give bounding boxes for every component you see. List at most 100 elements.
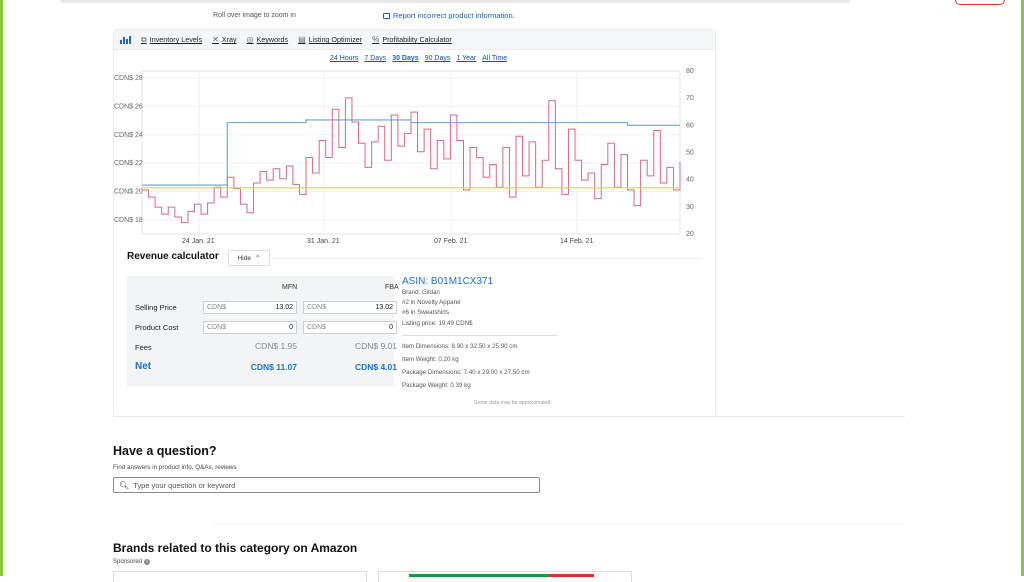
document-icon: ▤ <box>298 35 306 44</box>
revenue-calculator-title: Revenue calculator <box>127 251 219 262</box>
fees-mfn: CDN$ 1.95 <box>254 341 297 351</box>
keepa-panel: ⧉ Inventory Levels ✕ Xray ◎ Keywords ▤ L… <box>113 29 716 417</box>
product-cost-mfn-value: 0 <box>289 324 293 331</box>
info-icon[interactable]: i <box>144 559 151 565</box>
net-label: Net <box>135 361 152 372</box>
window-frame-left <box>0 0 3 576</box>
product-cost-fba-input[interactable]: CDN$ 0 <box>303 321 397 334</box>
percent-icon: % <box>372 35 380 44</box>
item-weight: Item Weight: 0.20 kg <box>402 356 459 363</box>
range-all-time[interactable]: All Time <box>482 55 507 62</box>
tool-keywords[interactable]: ◎ Keywords <box>247 35 289 44</box>
y-tick-label-right: 30 <box>686 204 694 211</box>
section-divider <box>215 523 905 528</box>
top-search-bar-edge[interactable] <box>60 0 850 3</box>
net-fba: CDN$ 4.01 <box>354 362 397 372</box>
range-1-year[interactable]: 1 Year <box>456 55 476 62</box>
range-90-days[interactable]: 90 Days <box>425 55 451 62</box>
x-tick-label: 31 Jan. 21 <box>307 238 340 245</box>
report-link-label: Report incorrect product information. <box>393 11 515 20</box>
product-cost-mfn-input[interactable]: CDN$ 0 <box>203 321 297 334</box>
currency-prefix: CDN$ <box>307 324 327 331</box>
box-icon: ⧉ <box>141 34 147 44</box>
tool-label: Xray <box>221 35 237 44</box>
brand-card[interactable] <box>378 571 632 582</box>
sponsored-text: Sponsored <box>113 559 143 565</box>
bar-chart-icon[interactable] <box>120 35 131 44</box>
comment-icon <box>383 12 390 19</box>
extension-toolbar: ⧉ Inventory Levels ✕ Xray ◎ Keywords ▤ L… <box>114 30 715 50</box>
x-tick-label: 24 Jan. 21 <box>182 238 215 245</box>
currency-prefix: CDN$ <box>207 304 227 311</box>
y-tick-label-left: CDN$ 28 <box>114 75 143 82</box>
info-divider <box>402 335 557 336</box>
plot-area <box>141 70 681 235</box>
brand-card[interactable] <box>113 571 367 582</box>
close-icon: ✕ <box>212 35 219 44</box>
column-header-fba: FBA <box>385 284 399 291</box>
y-tick-label-left: CDN$ 20 <box>114 188 143 195</box>
search-icon: 🔍︎ <box>119 480 130 490</box>
y-tick-label-left: CDN$ 22 <box>114 160 143 167</box>
rank-sweatshirts: #6 in Sweatshirts <box>402 309 450 316</box>
brands-section-title: Brands related to this category on Amazo… <box>113 541 358 555</box>
y-tick-label-right: 40 <box>686 177 694 184</box>
sponsored-label: Sponsored i <box>113 559 151 565</box>
y-tick-label-right: 20 <box>686 231 694 238</box>
rollover-hint: Roll over image to zoom in <box>213 12 296 19</box>
brand-text: Brand: Gildan <box>402 289 440 296</box>
column-header-mfn: MFN <box>282 284 298 291</box>
selling-price-fba-input[interactable]: CDN$ 13.02 <box>303 301 397 314</box>
y-tick-label-left: CDN$ 26 <box>114 103 143 110</box>
price-history-chart[interactable]: CDN$ 18 CDN$ 20 CDN$ 22 CDN$ 24 CDN$ 26 CDN$ … <box>114 68 715 248</box>
range-7-days[interactable]: 7 Days <box>364 55 386 62</box>
currency-prefix: CDN$ <box>307 304 327 311</box>
chevron-up-icon: ⌃ <box>254 255 261 262</box>
fees-label: Fees <box>135 343 152 352</box>
y-tick-label-right: 60 <box>686 122 694 129</box>
selling-price-label: Selling Price <box>135 303 177 312</box>
report-link[interactable]: Report incorrect product information. <box>383 11 515 20</box>
item-dimensions: Item Dimensions: 8.90 x 32.50 x 25.90 cm <box>402 343 518 350</box>
package-weight: Package Weight: 0.39 kg <box>402 382 471 389</box>
y-tick-label-right: 80 <box>686 68 694 75</box>
approximation-note: Some data may be approximated <box>474 400 551 406</box>
y-tick-label-left: CDN$ 18 <box>114 217 143 224</box>
question-title: Have a question? <box>113 444 217 458</box>
asin-link[interactable]: ASIN: B01M1CX371 <box>402 276 493 287</box>
y-tick-label-left: CDN$ 24 <box>114 132 143 139</box>
hide-button[interactable]: Hide ⌃ <box>228 250 270 266</box>
tool-inventory-levels[interactable]: ⧉ Inventory Levels <box>141 35 202 45</box>
hide-button-label: Hide <box>237 254 251 262</box>
question-placeholder: Type your question or keyword <box>133 480 236 490</box>
y-tick-label-right: 50 <box>686 150 694 157</box>
range-24-hours[interactable]: 24 Hours <box>330 55 358 62</box>
question-subtitle: Find answers in product info, Q&As, revi… <box>113 464 237 471</box>
revenue-calculator-table: MFN FBA Selling Price CDN$ 13.02 CDN$ 13… <box>127 276 399 386</box>
tool-profitability-calculator[interactable]: % Profitability Calculator <box>372 35 452 44</box>
tool-label: Listing Optimizer <box>308 35 363 44</box>
package-dimensions: Package Dimensions: 7.40 x 29.00 x 27.50… <box>402 369 530 376</box>
selling-price-mfn-input[interactable]: CDN$ 13.02 <box>203 301 297 314</box>
top-button-edge[interactable] <box>955 0 1005 5</box>
listing-price: Listing price: 19.49 CDN$ <box>402 320 473 327</box>
product-cost-label: Product Cost <box>135 323 179 332</box>
tool-label: Inventory Levels <box>149 35 203 44</box>
product-cost-fba-value: 0 <box>389 324 393 331</box>
y-tick-label-right: 70 <box>686 95 694 102</box>
x-tick-label: 07 Feb. 21 <box>434 238 468 245</box>
section-divider <box>271 258 701 259</box>
selling-price-fba-value: 13.02 <box>375 304 393 311</box>
tool-label: Keywords <box>256 35 289 44</box>
question-search-input[interactable]: 🔍︎ Type your question or keyword <box>113 477 540 493</box>
tool-xray[interactable]: ✕ Xray <box>212 35 236 44</box>
tool-label: Profitability Calculator <box>382 35 452 44</box>
currency-prefix: CDN$ <box>207 324 227 331</box>
net-mfn: CDN$ 11.07 <box>250 362 297 372</box>
section-divider <box>113 416 905 417</box>
tool-listing-optimizer[interactable]: ▤ Listing Optimizer <box>298 35 362 44</box>
fees-fba: CDN$ 9.01 <box>354 341 397 351</box>
target-icon: ◎ <box>246 35 254 44</box>
range-30-days[interactable]: 30 Days <box>392 55 418 62</box>
range-selector: 24 Hours 7 Days 30 Days 90 Days 1 Year A… <box>330 55 507 62</box>
